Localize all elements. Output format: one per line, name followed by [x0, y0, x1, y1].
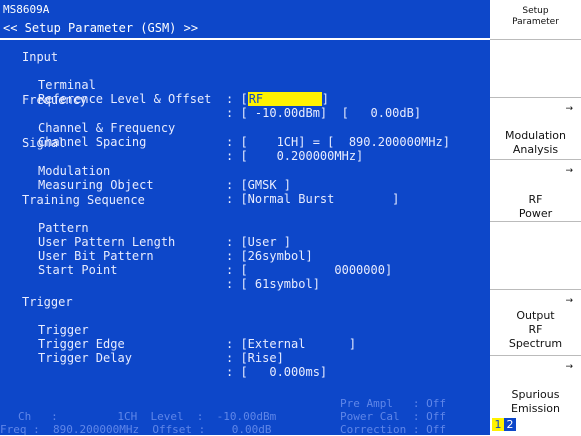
model-name: MS8609A	[3, 3, 50, 16]
page-1-tab[interactable]: 1	[492, 418, 504, 431]
rf-power-label-line2: Power	[518, 207, 553, 220]
main-panel: MS8609A << Setup Parameter (GSM) >> Inpu…	[0, 0, 490, 436]
param-row-terminal[interactable]: Terminal : [RF]	[0, 64, 490, 106]
start-point-value[interactable]: : [ 61symbol]	[226, 277, 320, 291]
page-indicator: 12	[492, 418, 516, 434]
param-row-trigger[interactable]: Trigger : [External ]	[0, 309, 490, 351]
menu-title-line1: Setup	[522, 6, 549, 16]
param-row-channel-spacing[interactable]: Channel Spacing : [ 0.200000MHz]	[0, 121, 490, 163]
param-row-user-pattern-length[interactable]: User Pattern Length : [26symbol]	[0, 221, 490, 263]
measuring-object-value[interactable]: : [Normal Burst ]	[226, 192, 399, 206]
output-label-line1: Output	[516, 309, 555, 322]
trigger-delay-label: Trigger Delay	[38, 351, 132, 365]
status-channel-level: Ch : 1CH Level : -10.00dBm	[18, 410, 277, 423]
param-row-ref-level[interactable]: Reference Level & Offset : [ -10.00dBm] …	[0, 78, 490, 120]
menu-title-line2: Parameter	[512, 17, 559, 27]
terminal-value-prefix: : [	[226, 92, 248, 106]
output-label-line3: Spectrum	[508, 337, 563, 350]
param-row-user-bit-pattern[interactable]: User Bit Pattern : [ 0000000]	[0, 235, 490, 277]
softkey-blank-2[interactable]	[490, 222, 581, 290]
title-divider	[0, 38, 490, 40]
analyzer-screen: MS8609A << Setup Parameter (GSM) >> Inpu…	[0, 0, 581, 436]
section-training-sequence: Training Sequence	[22, 193, 145, 207]
page-2-tab[interactable]: 2	[504, 418, 516, 431]
modulation-value[interactable]: : [GMSK ]	[226, 178, 291, 192]
softkey-spurious-emission[interactable]: → Spurious Emission	[490, 356, 581, 418]
arrow-right-icon: →	[565, 362, 573, 372]
softkey-panel: Setup Parameter → Modulation Analysis → …	[490, 0, 581, 435]
section-input: Input	[22, 50, 59, 64]
status-power-cal: Power Cal : Off	[340, 410, 446, 423]
status-correction: Correction : Off	[340, 423, 446, 436]
spurious-label-line2: Emission	[511, 402, 560, 415]
modulation-label-line1: Modulation	[504, 129, 567, 142]
param-row-modulation[interactable]: Modulation : [GMSK ]	[0, 150, 490, 192]
softkey-menu-title: Setup Parameter	[490, 0, 581, 40]
section-trigger: Trigger	[22, 295, 73, 309]
section-frequency: Frequency	[22, 93, 88, 107]
rf-power-label-line1: RF	[528, 193, 543, 206]
param-row-start-point[interactable]: Start Point : [ 61symbol]	[0, 249, 490, 291]
softkey-modulation-analysis[interactable]: → Modulation Analysis	[490, 98, 581, 160]
status-pre-ampl: Pre Ampl : Off	[340, 397, 446, 410]
softkey-output-rf-spectrum[interactable]: → Output RF Spectrum	[490, 290, 581, 356]
softkey-blank-1[interactable]	[490, 40, 581, 98]
channel-frequency-value[interactable]: : [ 1CH] = [ 890.200000MHz]	[226, 135, 450, 149]
arrow-right-icon: →	[565, 296, 573, 306]
trigger-edge-value[interactable]: : [Rise]	[226, 351, 284, 365]
start-point-label: Start Point	[38, 263, 118, 277]
status-freq-offset: Freq : 890.200000MHz Offset : 0.00dB	[0, 423, 272, 436]
param-row-trigger-edge[interactable]: Trigger Edge : [Rise]	[0, 323, 490, 365]
arrow-right-icon: →	[565, 104, 573, 114]
param-row-measuring-object[interactable]: Measuring Object : [Normal Burst ]	[0, 164, 490, 206]
arrow-right-icon: →	[565, 166, 573, 176]
measuring-object-label: Measuring Object	[38, 178, 154, 192]
terminal-value-suffix: ]	[321, 92, 329, 106]
screen-title: << Setup Parameter (GSM) >>	[3, 21, 199, 35]
user-bit-pattern-value[interactable]: : [ 0000000]	[226, 263, 392, 277]
spurious-label-line1: Spurious	[511, 388, 560, 401]
param-row-pattern[interactable]: Pattern : [User ]	[0, 207, 490, 249]
terminal-value[interactable]: RF	[247, 92, 322, 106]
softkey-rf-power[interactable]: → RF Power	[490, 160, 581, 222]
terminal-field[interactable]: : [RF]	[226, 92, 329, 106]
param-row-channel-frequency[interactable]: Channel & Frequency : [ 1CH] = [ 890.200…	[0, 107, 490, 149]
section-signal: Signal	[22, 136, 66, 150]
param-row-trigger-delay[interactable]: Trigger Delay : [ 0.000ms]	[0, 337, 490, 379]
trigger-delay-value[interactable]: : [ 0.000ms]	[226, 365, 327, 379]
output-label-line2: RF	[528, 323, 543, 336]
title-bar: MS8609A << Setup Parameter (GSM) >>	[0, 0, 490, 40]
modulation-label-line2: Analysis	[512, 143, 559, 156]
